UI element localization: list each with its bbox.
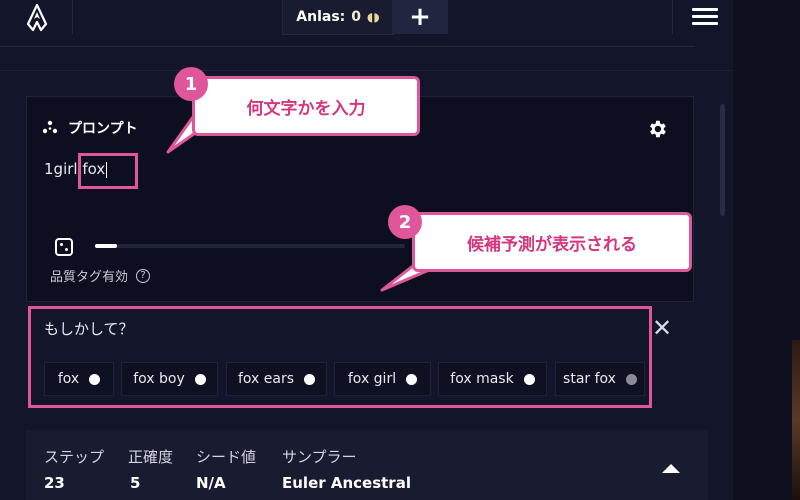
anlas-display: Anlas: 0 ◖◗ (282, 0, 394, 35)
steps-label: ステップ (44, 448, 105, 466)
prompt-title: プロンプト (68, 121, 138, 137)
quality-tags-label: 品質タグ有効 (50, 270, 129, 285)
menu-icon[interactable] (690, 4, 720, 28)
anlas-label: Anlas: (296, 9, 346, 25)
seed-value: N/A (196, 474, 226, 492)
divider (672, 0, 673, 34)
step-badge-1: 1 (174, 67, 208, 101)
close-icon[interactable]: ✕ (652, 314, 672, 342)
prompt-header: プロンプト (42, 118, 138, 138)
scrollbar[interactable] (720, 104, 725, 216)
callout-step-1: 何文字かを入力 (192, 76, 420, 136)
add-button[interactable]: + (392, 0, 448, 34)
logo-icon[interactable] (24, 4, 50, 32)
sampler-label: サンプラー (282, 448, 357, 466)
gear-icon[interactable] (646, 118, 668, 140)
steps-value: 23 (44, 474, 65, 492)
collapse-caret-icon[interactable] (662, 464, 680, 473)
anlas-value: 0 (351, 9, 362, 25)
callout-step-2: 候補予測が表示される (412, 212, 692, 272)
section-divider (0, 70, 733, 71)
step-badge-2: 2 (388, 205, 422, 239)
divider (72, 0, 73, 34)
suggestion-highlight-box (28, 306, 652, 408)
help-icon[interactable]: ? (136, 268, 151, 283)
slider-fill (95, 244, 117, 248)
quality-tags-toggle[interactable]: 品質タグ有効 ? (50, 266, 151, 285)
sampler-value: Euler Ancestral (282, 474, 411, 492)
guidance-value: 5 (130, 474, 141, 492)
image-area (733, 0, 800, 500)
sparkle-icon (42, 120, 58, 134)
seed-label: シード値 (196, 448, 257, 466)
input-highlight-box (78, 153, 138, 189)
strength-slider[interactable] (95, 244, 405, 248)
prompt-text-prefix: 1girl (44, 160, 83, 178)
generated-image-edge (792, 340, 800, 500)
dice-icon[interactable] (55, 238, 73, 256)
guidance-label: 正確度 (128, 448, 174, 466)
panel-edge (0, 46, 695, 47)
anlas-coin-icon: ◖◗ (367, 10, 380, 24)
